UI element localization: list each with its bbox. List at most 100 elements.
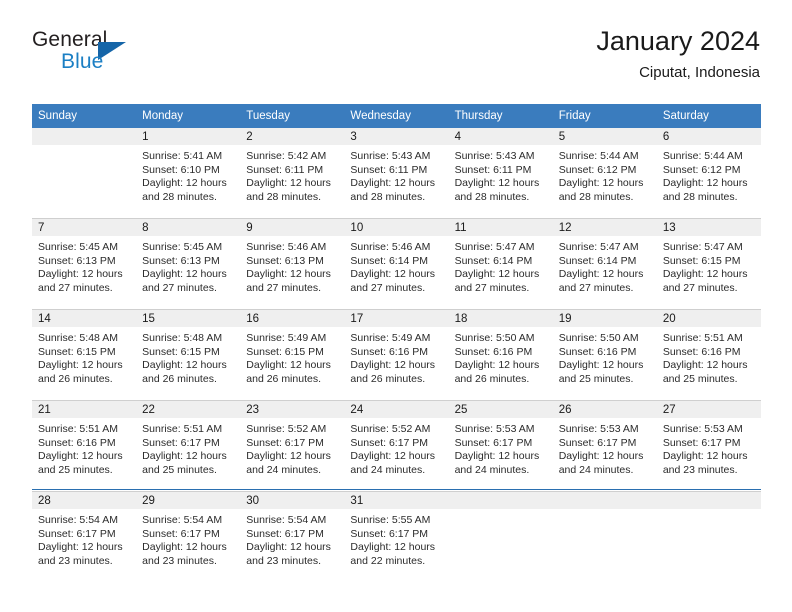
sunset-text: Sunset: 6:14 PM <box>558 254 637 267</box>
calendar-day-cell[interactable]: 19 Sunrise: 5:50 AM Sunset: 6:16 PM Dayligh… <box>552 309 657 401</box>
daylight-text-line1: Daylight: 12 hours <box>246 541 331 553</box>
calendar-day-cell[interactable]: 9 Sunrise: 5:46 AM Sunset: 6:13 PM Daylight… <box>240 218 345 310</box>
calendar-day-cell[interactable]: 12 Sunrise: 5:47 AM Sunset: 6:14 PM Dayligh… <box>552 218 657 310</box>
sunset-text: Sunset: 6:15 PM <box>662 254 741 267</box>
day-number: 30 <box>240 492 345 509</box>
sunset-text: Sunset: 6:17 PM <box>246 527 324 540</box>
daylight-text-line2: and 23 minutes. <box>662 463 738 476</box>
sunset-text: Sunset: 6:16 PM <box>662 345 741 358</box>
calendar-day-cell[interactable]: 30 Sunrise: 5:54 AM Sunset: 6:17 PM Dayligh… <box>240 491 345 582</box>
sunrise-text: Sunrise: 5:41 AM <box>142 150 223 162</box>
sunset-text: Sunset: 6:15 PM <box>246 345 324 358</box>
weekday-header-friday: Friday <box>552 104 657 128</box>
day-number: 13 <box>656 219 761 236</box>
daylight-text-line2: and 28 minutes. <box>246 190 321 203</box>
day-details: Sunrise: 5:41 AM Sunset: 6:10 PM Daylight:… <box>136 145 240 204</box>
day-details: Sunrise: 5:43 AM Sunset: 6:11 PM Daylight:… <box>344 145 448 204</box>
day-details: Sunrise: 5:51 AM Sunset: 6:16 PM Daylight:… <box>657 327 761 386</box>
calendar-day-cell[interactable]: 10 Sunrise: 5:46 AM Sunset: 6:14 PM Dayligh… <box>344 218 449 310</box>
calendar-day-cell[interactable]: 26 Sunrise: 5:53 AM Sunset: 6:17 PM Dayligh… <box>552 400 657 492</box>
calendar-day-cell[interactable]: 24 Sunrise: 5:52 AM Sunset: 6:17 PM Dayligh… <box>344 400 449 492</box>
sunset-text: Sunset: 6:17 PM <box>38 527 116 540</box>
calendar-day-cell[interactable]: 11 Sunrise: 5:47 AM Sunset: 6:14 PM Dayligh… <box>448 218 553 310</box>
calendar-day-cell[interactable]: 17 Sunrise: 5:49 AM Sunset: 6:16 PM Dayligh… <box>344 309 449 401</box>
calendar-day-cell[interactable]: 29 Sunrise: 5:54 AM Sunset: 6:17 PM Dayligh… <box>136 491 241 582</box>
sunrise-text: Sunrise: 5:49 AM <box>350 332 431 344</box>
daylight-text-line2: and 27 minutes. <box>558 281 634 294</box>
brand-logo[interactable]: General Blue <box>32 28 152 84</box>
sunset-text: Sunset: 6:16 PM <box>454 345 533 358</box>
location-subtitle: Ciputat, Indonesia <box>639 64 760 81</box>
sunrise-text: Sunrise: 5:54 AM <box>38 514 118 526</box>
day-details: Sunrise: 5:54 AM Sunset: 6:17 PM Daylight:… <box>240 509 344 568</box>
day-details: Sunrise: 5:44 AM Sunset: 6:12 PM Daylight:… <box>553 145 657 204</box>
sunset-text: Sunset: 6:11 PM <box>454 163 532 176</box>
sunset-text: Sunset: 6:13 PM <box>142 254 220 267</box>
sunrise-text: Sunrise: 5:47 AM <box>558 241 639 253</box>
daylight-text-line1: Daylight: 12 hours <box>350 359 436 371</box>
calendar-day-cell[interactable]: 31 Sunrise: 5:55 AM Sunset: 6:17 PM Dayligh… <box>344 491 449 582</box>
day-details: Sunrise: 5:42 AM Sunset: 6:11 PM Daylight:… <box>240 145 344 204</box>
sunrise-text: Sunrise: 5:55 AM <box>350 514 431 526</box>
day-number: 20 <box>656 310 761 327</box>
day-details: Sunrise: 5:54 AM Sunset: 6:17 PM Daylight:… <box>136 509 240 568</box>
calendar-day-cell[interactable]: 8 Sunrise: 5:45 AM Sunset: 6:13 PM Daylight… <box>136 218 241 310</box>
calendar-day-cell[interactable]: 18 Sunrise: 5:50 AM Sunset: 6:16 PM Dayligh… <box>448 309 553 401</box>
calendar-day-cell[interactable]: 22 Sunrise: 5:51 AM Sunset: 6:17 PM Dayligh… <box>136 400 241 492</box>
day-number: 2 <box>240 128 345 145</box>
day-number: 29 <box>136 492 241 509</box>
daylight-text-line1: Daylight: 12 hours <box>454 268 540 280</box>
day-number: 1 <box>136 128 241 145</box>
calendar-cell-empty <box>552 491 657 582</box>
day-number: 15 <box>136 310 241 327</box>
calendar-day-cell[interactable]: 20 Sunrise: 5:51 AM Sunset: 6:16 PM Dayligh… <box>656 309 761 401</box>
daylight-text-line2: and 22 minutes. <box>350 554 426 567</box>
calendar-day-cell[interactable]: 27 Sunrise: 5:53 AM Sunset: 6:17 PM Dayligh… <box>656 400 761 492</box>
calendar-day-cell[interactable]: 2 Sunrise: 5:42 AM Sunset: 6:11 PM Daylight… <box>240 128 345 219</box>
calendar-table: Sunday Monday Tuesday Wednesday Thursday… <box>32 104 761 582</box>
calendar-day-cell[interactable]: 5 Sunrise: 5:44 AM Sunset: 6:12 PM Daylight… <box>552 128 657 219</box>
sunset-text: Sunset: 6:17 PM <box>142 436 220 449</box>
sunrise-text: Sunrise: 5:50 AM <box>454 332 535 344</box>
daylight-text-line1: Daylight: 12 hours <box>38 268 123 280</box>
calendar-cell-empty <box>448 491 553 582</box>
day-details: Sunrise: 5:52 AM Sunset: 6:17 PM Daylight:… <box>344 418 448 477</box>
calendar-day-cell[interactable]: 13 Sunrise: 5:47 AM Sunset: 6:15 PM Dayligh… <box>656 218 761 310</box>
day-number: 11 <box>448 219 553 236</box>
day-number: 18 <box>448 310 553 327</box>
daylight-text-line2: and 25 minutes. <box>558 372 634 385</box>
calendar-day-cell[interactable]: 14 Sunrise: 5:48 AM Sunset: 6:15 PM Dayligh… <box>32 309 137 401</box>
calendar-day-cell[interactable]: 7 Sunrise: 5:45 AM Sunset: 6:13 PM Daylight… <box>32 218 137 310</box>
daylight-text-line1: Daylight: 12 hours <box>558 177 644 189</box>
calendar-day-cell[interactable]: 1 Sunrise: 5:41 AM Sunset: 6:10 PM Daylight… <box>136 128 241 219</box>
calendar-day-cell[interactable]: 21 Sunrise: 5:51 AM Sunset: 6:16 PM Dayligh… <box>32 400 137 492</box>
sunset-text: Sunset: 6:17 PM <box>558 436 637 449</box>
calendar-day-cell[interactable]: 28 Sunrise: 5:54 AM Sunset: 6:17 PM Dayligh… <box>32 491 137 582</box>
calendar-day-cell[interactable]: 23 Sunrise: 5:52 AM Sunset: 6:17 PM Dayligh… <box>240 400 345 492</box>
sunrise-text: Sunrise: 5:48 AM <box>142 332 223 344</box>
calendar-day-cell[interactable]: 15 Sunrise: 5:48 AM Sunset: 6:15 PM Dayligh… <box>136 309 241 401</box>
day-number: 31 <box>344 492 449 509</box>
daylight-text-line1: Daylight: 12 hours <box>350 177 436 189</box>
calendar-day-cell[interactable]: 6 Sunrise: 5:44 AM Sunset: 6:12 PM Daylight… <box>656 128 761 219</box>
daylight-text-line2: and 25 minutes. <box>662 372 738 385</box>
daylight-text-line2: and 28 minutes. <box>558 190 634 203</box>
day-details: Sunrise: 5:54 AM Sunset: 6:17 PM Daylight:… <box>32 509 136 568</box>
calendar-day-cell[interactable]: 4 Sunrise: 5:43 AM Sunset: 6:11 PM Daylight… <box>448 128 553 219</box>
calendar-day-cell[interactable]: 3 Sunrise: 5:43 AM Sunset: 6:11 PM Daylight… <box>344 128 449 219</box>
daylight-text-line1: Daylight: 12 hours <box>38 450 123 462</box>
daylight-text-line2: and 26 minutes. <box>350 372 426 385</box>
sunrise-text: Sunrise: 5:53 AM <box>454 423 535 435</box>
weekday-header-row: Sunday Monday Tuesday Wednesday Thursday… <box>32 104 761 128</box>
sunrise-text: Sunrise: 5:50 AM <box>558 332 639 344</box>
daylight-text-line1: Daylight: 12 hours <box>350 450 436 462</box>
calendar-day-cell[interactable]: 16 Sunrise: 5:49 AM Sunset: 6:15 PM Dayligh… <box>240 309 345 401</box>
daylight-text-line1: Daylight: 12 hours <box>454 450 540 462</box>
day-number: 26 <box>552 401 657 418</box>
weekday-header-thursday: Thursday <box>448 104 553 128</box>
daylight-text-line2: and 27 minutes. <box>454 281 530 294</box>
daylight-text-line2: and 27 minutes. <box>246 281 321 294</box>
daylight-text-line2: and 24 minutes. <box>558 463 634 476</box>
calendar-day-cell[interactable]: 25 Sunrise: 5:53 AM Sunset: 6:17 PM Dayligh… <box>448 400 553 492</box>
weekday-header-monday: Monday <box>136 104 241 128</box>
